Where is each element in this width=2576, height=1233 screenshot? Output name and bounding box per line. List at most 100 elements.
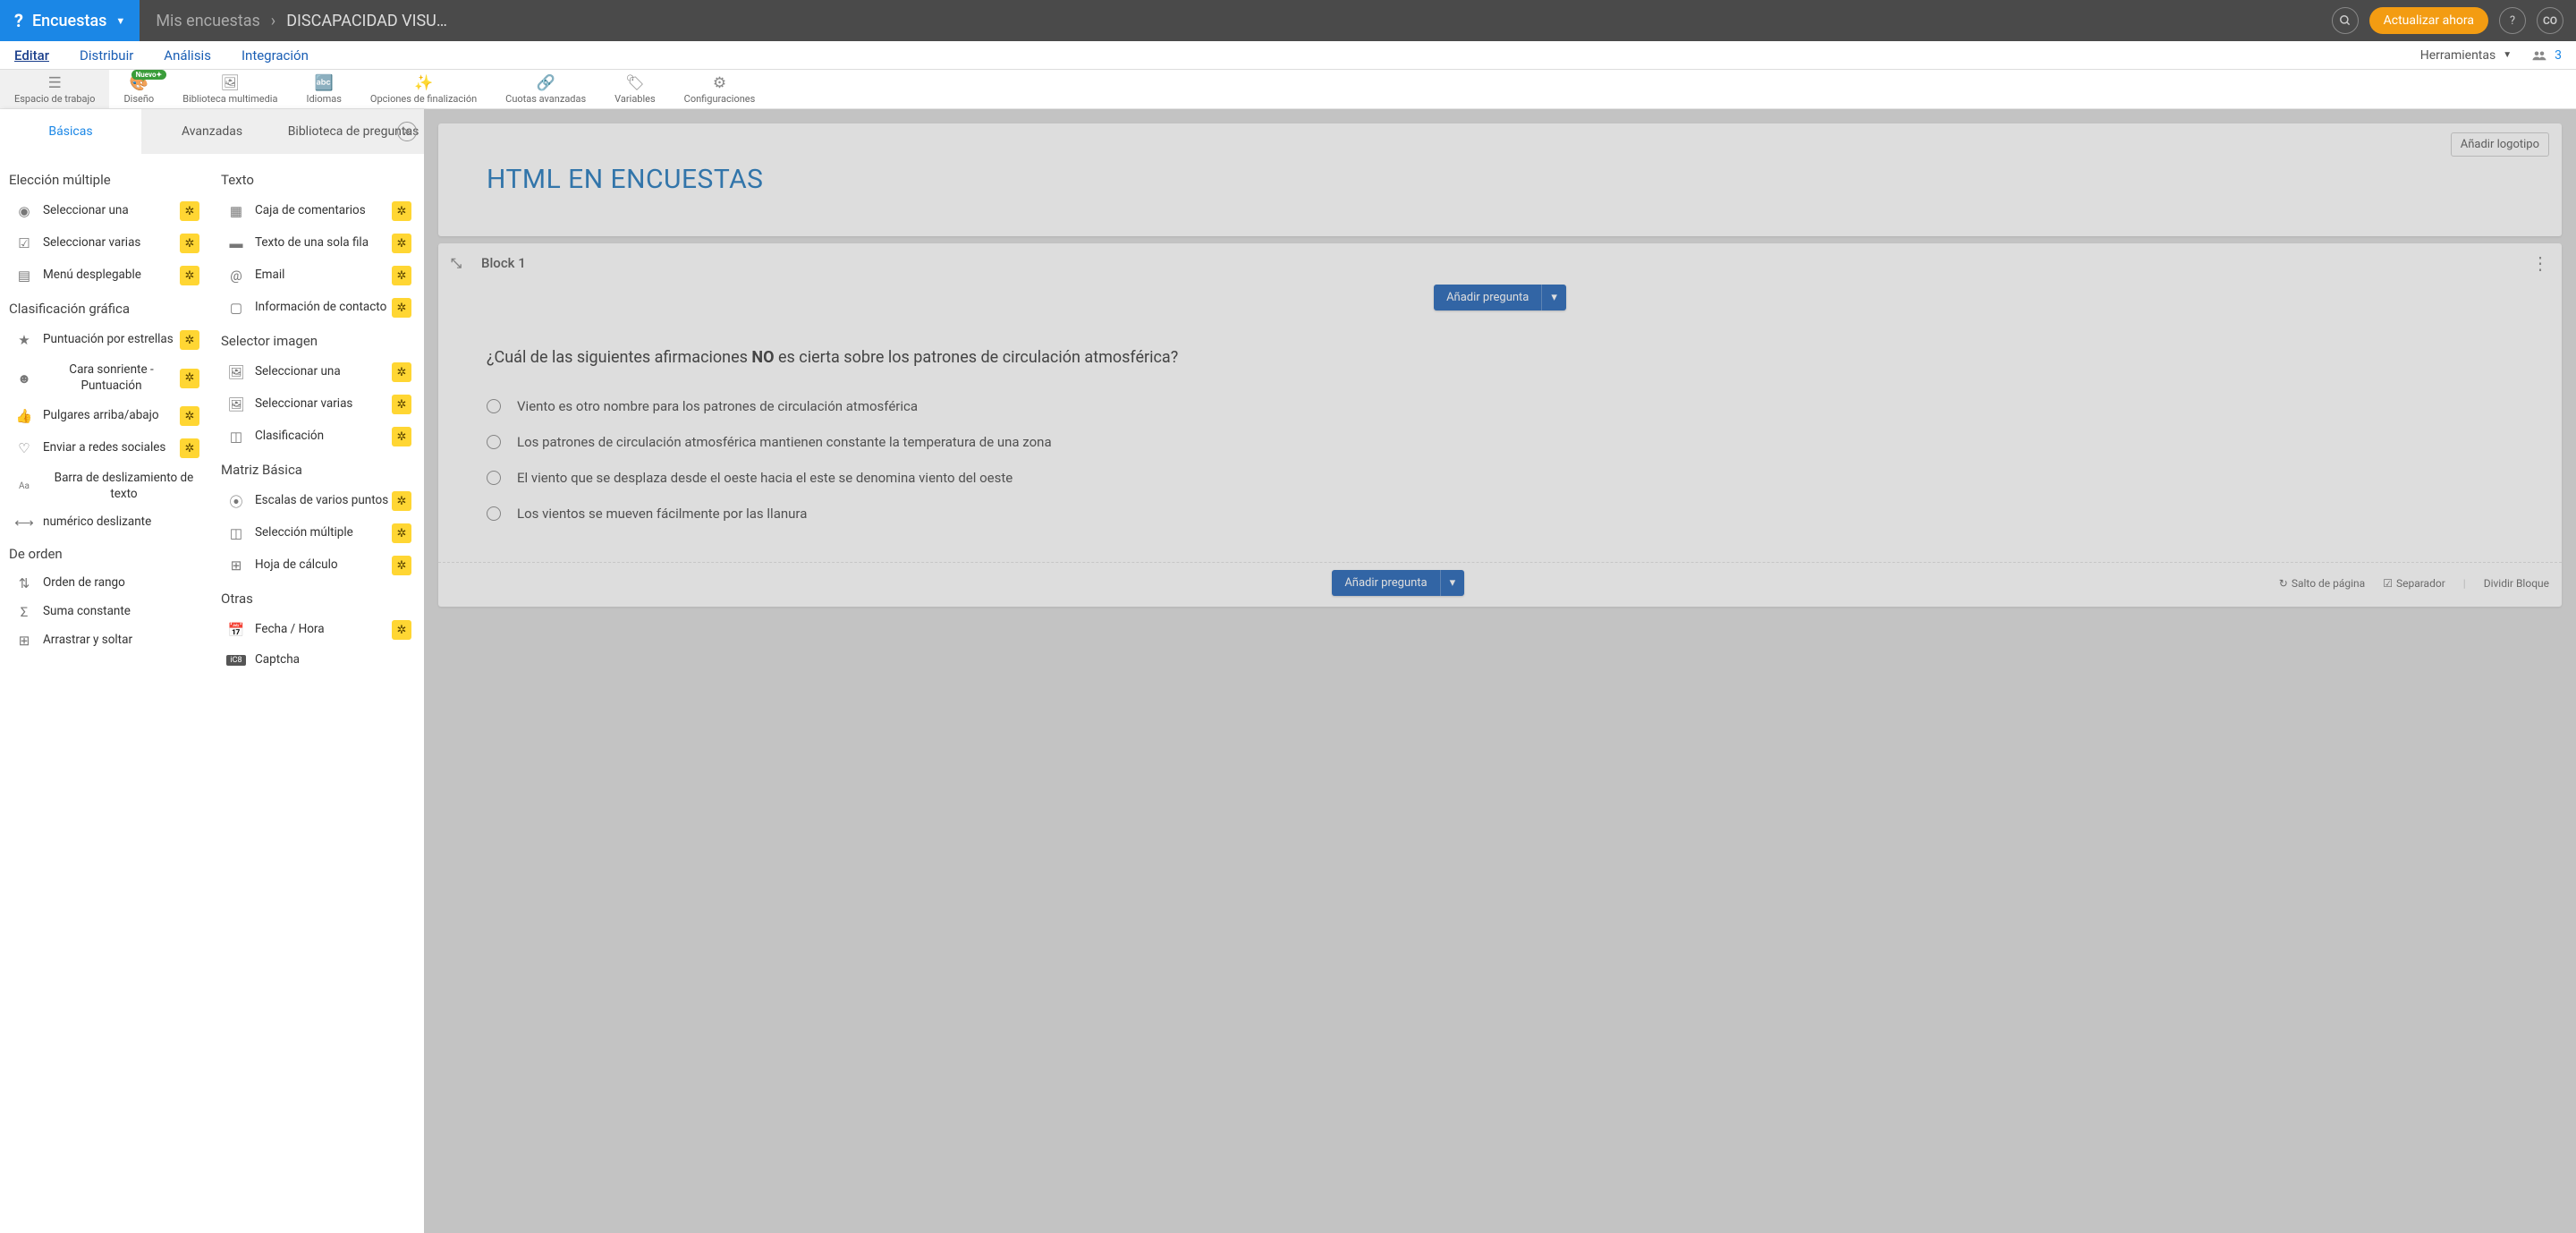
qtype-matrix-multiple[interactable]: ◫Selección múltiple✲: [212, 517, 424, 549]
sidebar-col-right: Texto ▦Caja de comentarios✲ ▬Texto de un…: [212, 163, 424, 1215]
main-layout: Básicas Avanzadas Biblioteca de pregunta…: [0, 109, 2576, 1233]
sidebar-col-left: Elección múltiple ◉Seleccionar una✲ ☑Sel…: [0, 163, 212, 1215]
qtype-img-select-many[interactable]: 🖼Seleccionar varias✲: [212, 388, 424, 421]
app-header: ? Encuestas ▼ Mis encuestas › DISCAPACID…: [0, 0, 2576, 41]
qtype-select-one[interactable]: ◉Seleccionar una✲: [0, 195, 212, 227]
toolbar-completion[interactable]: ✨ Opciones de finalización: [356, 70, 491, 108]
toolbar-quotas[interactable]: 🔗 Cuotas avanzadas: [491, 70, 600, 108]
tools-label: Herramientas: [2420, 48, 2496, 63]
qtype-thumbs[interactable]: 👍Pulgares arriba/abajo✲: [0, 400, 212, 432]
upgrade-label: Actualizar ahora: [2384, 13, 2474, 28]
toolbar-label: Diseño: [123, 93, 154, 105]
smiley-icon: ☻: [14, 370, 34, 387]
accessibility-icon: ✲: [392, 298, 411, 318]
main-nav: Editar Distribuir Análisis Integración H…: [0, 41, 2576, 70]
accessibility-icon: ✲: [392, 620, 411, 640]
tab-edit[interactable]: Editar: [14, 47, 49, 64]
slider-text-icon: Aa: [14, 481, 34, 491]
qtype-rank-order[interactable]: ⇅Orden de rango: [0, 569, 212, 598]
avatar-initials: CO: [2543, 14, 2557, 27]
help-button[interactable]: ?: [2499, 7, 2526, 34]
qtype-single-text[interactable]: ▬Texto de una sola fila✲: [212, 227, 424, 259]
breadcrumb-current: DISCAPACIDAD VISU…: [286, 12, 447, 30]
qtype-star-rating[interactable]: ★Puntuación por estrellas✲: [0, 324, 212, 356]
qtype-push-social[interactable]: ♡Enviar a redes sociales✲: [0, 432, 212, 464]
survey-canvas: Añadir logotipo HTML EN ENCUESTAS ⤡ Bloc…: [424, 109, 2576, 1233]
section-graphic-rating: Clasificación gráfica: [0, 292, 212, 324]
image-one-icon: 🖼: [226, 364, 246, 380]
canvas-overlay[interactable]: [424, 109, 2576, 1233]
search-icon: [2339, 14, 2351, 27]
language-icon: 🔤: [315, 74, 334, 92]
calendar-icon: 📅: [226, 622, 246, 638]
question-types-panel: Básicas Avanzadas Biblioteca de pregunta…: [0, 109, 424, 1233]
radio-icon: ◉: [14, 203, 34, 219]
accessibility-icon: ✲: [180, 234, 199, 253]
qtype-numeric-slider[interactable]: ⟷numérico deslizante: [0, 508, 212, 537]
toolbar-languages[interactable]: 🔤 Idiomas: [292, 70, 355, 108]
toolbar-media[interactable]: 🖼 Biblioteca multimedia: [168, 70, 292, 108]
image-rate-icon: ◫: [226, 429, 246, 445]
accessibility-icon: ✲: [180, 406, 199, 426]
qtype-contact[interactable]: ▢Información de contacto✲: [212, 292, 424, 324]
user-avatar[interactable]: CO: [2537, 7, 2563, 34]
qtype-smiley[interactable]: ☻Cara sonriente - Puntuación✲: [0, 356, 212, 400]
accessibility-icon: ✲: [180, 438, 199, 458]
qtype-img-select-one[interactable]: 🖼Seleccionar una✲: [212, 356, 424, 388]
toolbar-variables[interactable]: 🏷 Variables: [600, 70, 670, 108]
qtype-spreadsheet[interactable]: ⊞Hoja de cálculo✲: [212, 549, 424, 582]
share-collaborators[interactable]: 3: [2531, 48, 2562, 63]
workspace-icon: ☰: [48, 74, 62, 92]
toolbar-config[interactable]: ⚙ Configuraciones: [670, 70, 770, 108]
qtype-datetime[interactable]: 📅Fecha / Hora✲: [212, 614, 424, 646]
upgrade-button[interactable]: Actualizar ahora: [2369, 7, 2488, 34]
sidebar-body: Elección múltiple ◉Seleccionar una✲ ☑Sel…: [0, 154, 424, 1233]
sidebar-tabs: Básicas Avanzadas Biblioteca de pregunta…: [0, 109, 424, 154]
tab-basic-questions[interactable]: Básicas: [0, 109, 141, 154]
star-icon: ★: [14, 332, 34, 348]
tab-integration[interactable]: Integración: [242, 47, 309, 64]
qtype-captcha[interactable]: iC8Captcha: [212, 646, 424, 675]
toolbar-design[interactable]: Nuevo✦ 🎨 Diseño: [109, 70, 168, 108]
product-switcher[interactable]: ? Encuestas ▼: [0, 0, 140, 41]
qtype-multipoint[interactable]: ⦿Escalas de varios puntos✲: [212, 485, 424, 517]
toolbar-workspace[interactable]: ☰ Espacio de trabajo: [0, 70, 109, 108]
search-button[interactable]: [2332, 7, 2359, 34]
qtype-email[interactable]: @Email✲: [212, 259, 424, 292]
wand-icon: ✨: [414, 74, 433, 92]
rank-icon: ⇅: [14, 575, 34, 591]
share-icon: ♡: [14, 440, 34, 456]
qtype-select-many[interactable]: ☑Seleccionar varias✲: [0, 227, 212, 259]
qtype-comment-box[interactable]: ▦Caja de comentarios✲: [212, 195, 424, 227]
dropdown-icon: ▤: [14, 268, 34, 284]
toolbar-label: Opciones de finalización: [370, 93, 477, 105]
qtype-img-rating[interactable]: ◫Clasificación✲: [212, 421, 424, 453]
accessibility-icon: ✲: [392, 266, 411, 285]
accessibility-icon: ✲: [392, 523, 411, 543]
qtype-drag-drop[interactable]: ⊞Arrastrar y soltar: [0, 626, 212, 655]
section-ordering: De orden: [0, 537, 212, 569]
breadcrumb-parent[interactable]: Mis encuestas: [156, 12, 259, 30]
section-multiple-choice: Elección múltiple: [0, 163, 212, 195]
toolbar-label: Variables: [614, 93, 656, 105]
close-panel-button[interactable]: ✕: [397, 122, 417, 141]
qtype-constant-sum[interactable]: ΣSuma constante: [0, 598, 212, 626]
tab-advanced-questions[interactable]: Avanzadas: [141, 109, 283, 154]
new-badge: Nuevo✦: [131, 70, 167, 80]
toolbar-label: Espacio de trabajo: [14, 93, 95, 105]
qtype-text-slider[interactable]: AaBarra de deslizamiento de texto: [0, 464, 212, 508]
tab-analytics[interactable]: Análisis: [164, 47, 211, 64]
drag-icon: ⊞: [14, 633, 34, 649]
nav-right: Herramientas ▼ 3: [2420, 48, 2562, 63]
section-others: Otras: [212, 582, 424, 614]
textline-icon: ▬: [226, 235, 246, 251]
accessibility-icon: ✲: [180, 266, 199, 285]
checkbox-icon: ☑: [14, 235, 34, 251]
tab-distribute[interactable]: Distribuir: [80, 47, 133, 64]
thumbs-icon: 👍: [14, 408, 34, 424]
qtype-dropdown[interactable]: ▤Menú desplegable✲: [0, 259, 212, 292]
section-text: Texto: [212, 163, 424, 195]
toolbar-label: Idiomas: [306, 93, 341, 105]
slider-numeric-icon: ⟷: [14, 514, 34, 531]
tools-menu[interactable]: Herramientas ▼: [2420, 48, 2512, 63]
